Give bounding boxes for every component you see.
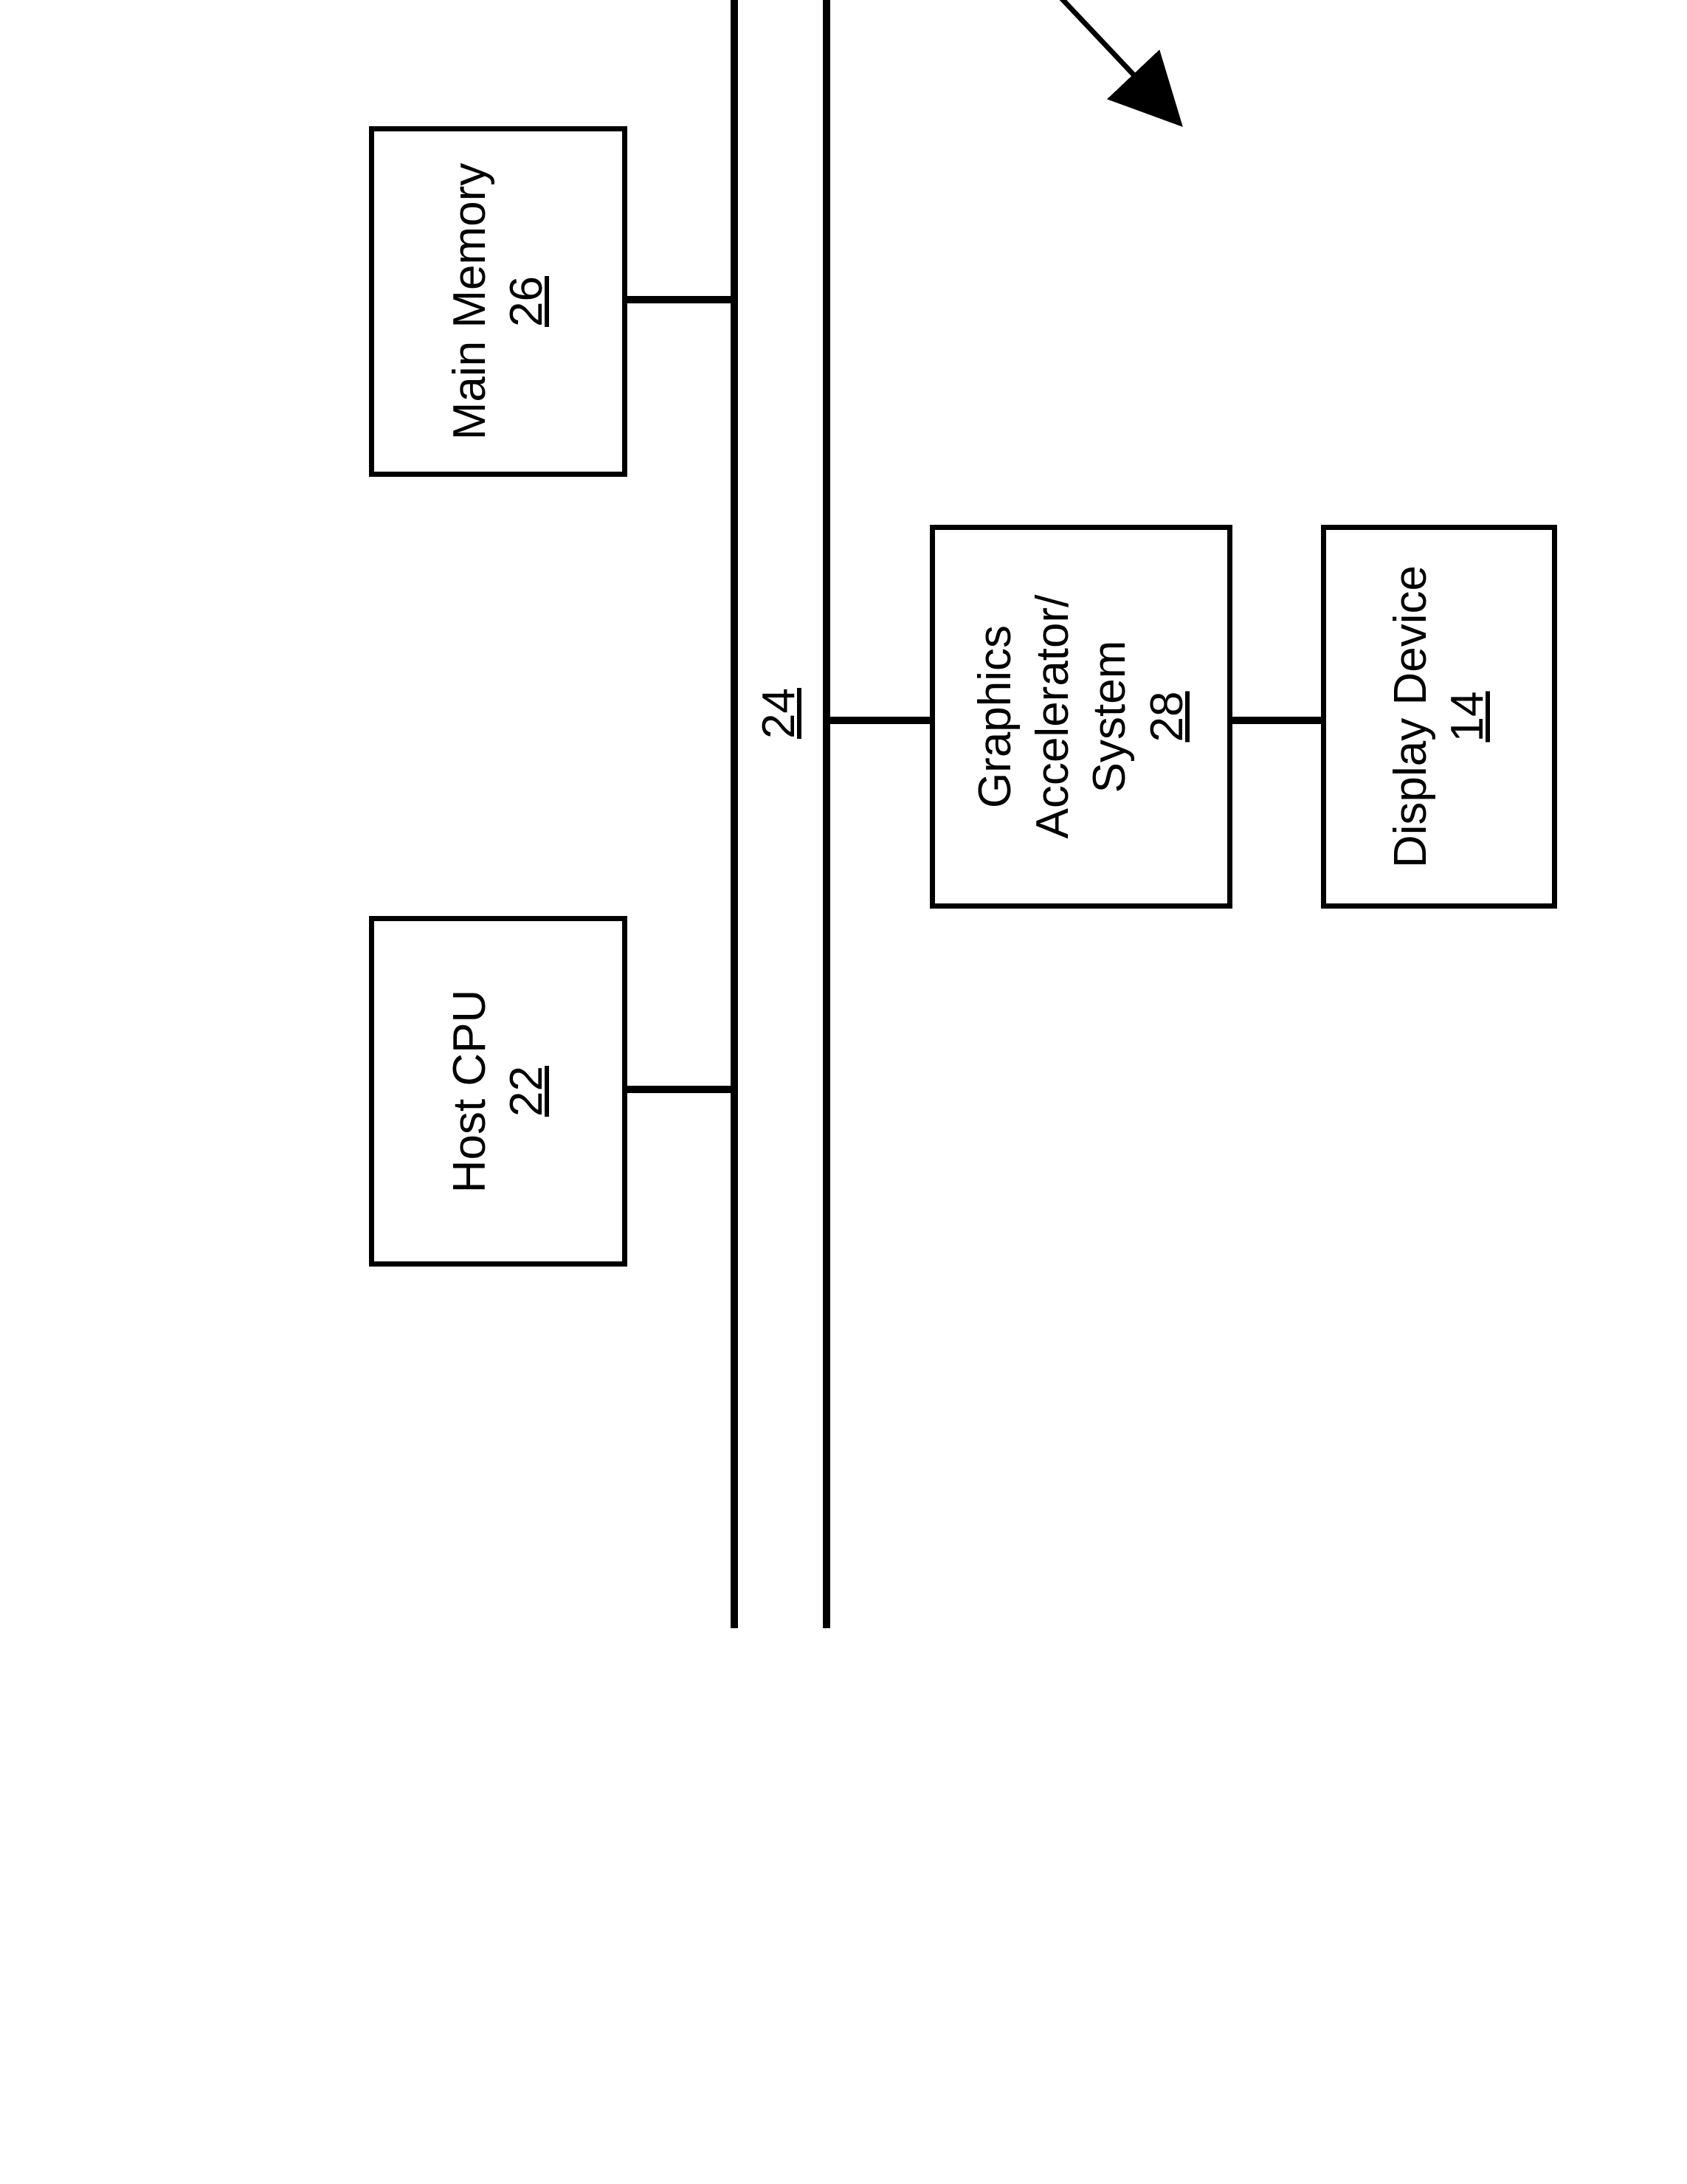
connector-graphics-display [1229, 717, 1325, 724]
reference-arrow [996, 0, 1173, 115]
connector-bus-graphics [827, 717, 934, 724]
bus-num: 24 [753, 688, 804, 739]
host-cpu-title: Host CPU [441, 990, 499, 1193]
main-memory-title: Main Memory [441, 163, 499, 441]
bus-line-top [731, 0, 738, 1628]
graphics-title3: System [1081, 641, 1139, 793]
graphics-box: Graphics Accelerator/ System 28 [930, 525, 1232, 909]
display-box: Display Device 14 [1321, 525, 1557, 909]
connector-hostcpu-bus [627, 1086, 734, 1093]
host-cpu-num: 22 [498, 1066, 556, 1117]
graphics-title2: Accelerator/ [1024, 595, 1082, 839]
diagram-stage: Host CPU 22 Main Memory 26 24 Graphics A… [0, 0, 1687, 1687]
display-num: 14 [1439, 692, 1497, 743]
graphics-num: 28 [1139, 692, 1196, 743]
connector-mainmem-bus [627, 296, 734, 303]
bus-label: 24 [753, 681, 805, 746]
host-cpu-box: Host CPU 22 [369, 916, 627, 1267]
bus-line-bottom [823, 0, 830, 1628]
display-title: Display Device [1382, 565, 1440, 868]
main-memory-box: Main Memory 26 [369, 126, 627, 477]
graphics-title1: Graphics [967, 625, 1024, 808]
main-memory-num: 26 [498, 276, 556, 327]
